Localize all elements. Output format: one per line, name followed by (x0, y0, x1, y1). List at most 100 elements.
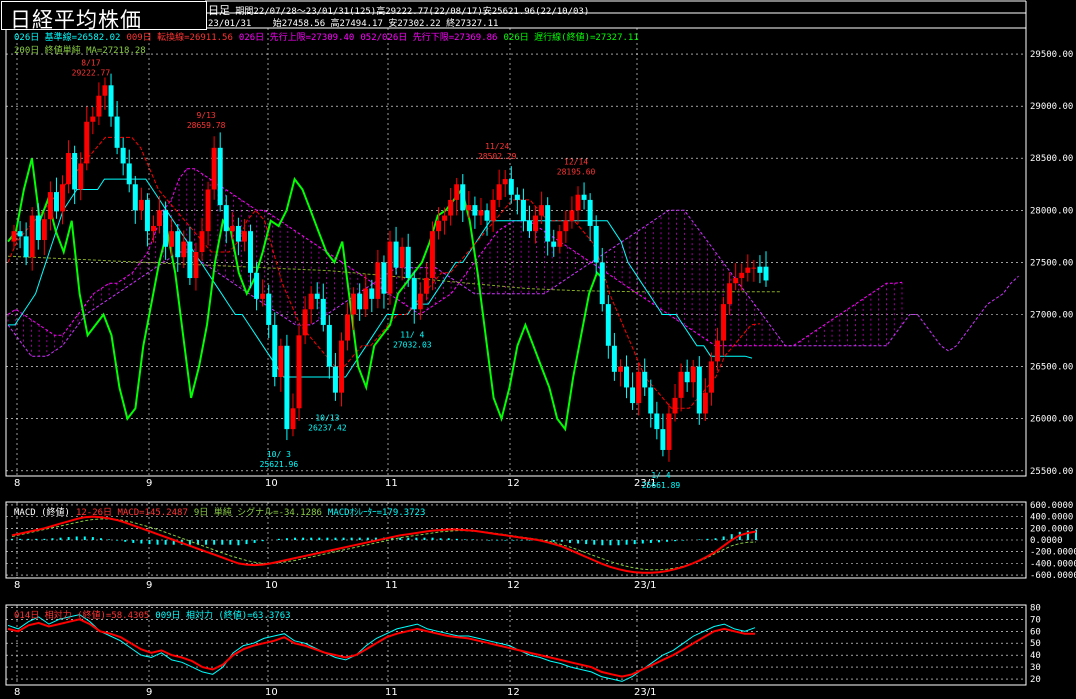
candle-body (436, 220, 442, 232)
candle-body (53, 192, 59, 212)
candle-body (381, 262, 387, 294)
rsi9-line (7, 614, 756, 682)
candle-body (423, 278, 429, 294)
y-tick-label: 28500.00 (1030, 154, 1073, 164)
candle-body (678, 371, 684, 398)
candle-body (357, 293, 363, 310)
candle-body (520, 199, 526, 221)
candle-body (35, 215, 41, 241)
annotation-date: 11/ 4 (400, 330, 424, 339)
candle-body (417, 293, 423, 310)
y-tick-label: -400.0000 (1030, 559, 1076, 569)
y-tick-label: 27000.00 (1030, 311, 1073, 321)
candle-body (84, 121, 90, 164)
candle-body (757, 266, 763, 273)
candle-body (702, 392, 708, 414)
macd-legend-item: MACDｵｼﾚｰﾀｰ=179.3723 (327, 508, 426, 518)
candle-body (345, 314, 351, 341)
candle-body (727, 283, 733, 305)
candle-body (569, 210, 575, 221)
y-tick-label: 60 (1030, 627, 1041, 637)
candle-body (320, 298, 326, 325)
candle-body (484, 210, 490, 221)
ohlc-info-row: 23/01/31 始27458.56 高27494.17 安27302.22 終… (208, 16, 498, 29)
candle-body (448, 199, 454, 216)
candle-body (690, 366, 696, 383)
candle-body (399, 246, 405, 268)
candle-body (132, 184, 138, 211)
candle-body (745, 267, 751, 273)
candle-body (17, 231, 23, 237)
candle-body (211, 147, 217, 190)
annotation-date: 8/17 (81, 59, 100, 68)
x-tick-label: 12 (507, 580, 520, 591)
candle-body (199, 231, 205, 252)
candle-body (248, 231, 254, 273)
ichimoku-legend-item: 026日 遅行線(終値)=27327.11 (503, 33, 639, 43)
candle-body (490, 199, 496, 221)
title-box: 日経平均株価 (1, 1, 207, 32)
candle-body (187, 241, 193, 279)
x-tick-label: 9 (146, 478, 152, 489)
y-tick-label: 50 (1030, 639, 1041, 649)
candle-body (278, 345, 284, 378)
macd-legend-item: 9日 単純 シグナル=-34.1286 (193, 508, 322, 518)
candle-body (684, 371, 690, 383)
candle-body (763, 266, 769, 281)
annotation-date: 9/13 (196, 111, 215, 120)
candle-body (193, 252, 199, 279)
macd-panel (11, 515, 757, 574)
annotation-date: 12/14 (564, 158, 588, 167)
candle-body (526, 220, 532, 232)
x-tick-label: 11 (385, 580, 398, 591)
candle-body (636, 371, 642, 404)
annotation-value: 28502.29 (478, 152, 517, 161)
y-tick-label: 26000.00 (1030, 415, 1073, 425)
y-tick-label: 25500.00 (1030, 467, 1073, 477)
candle-body (23, 236, 29, 258)
y-tick-label: 27500.00 (1030, 258, 1073, 268)
candle-body (120, 147, 126, 164)
rsi14-line (7, 618, 755, 678)
y-tick-label: 70 (1030, 615, 1041, 625)
x-tick-label: 10 (265, 478, 278, 489)
candle-body (272, 324, 278, 378)
candle-body (181, 241, 187, 258)
rsi-legend: 014日 相対力 (終値)=58.4305 009日 相対力 (終値)=63.37… (14, 608, 297, 621)
candle-body (733, 278, 739, 284)
y-tick-label: 28000.00 (1030, 206, 1073, 216)
candle-body (169, 231, 175, 247)
candle-body (472, 205, 478, 216)
candle-body (514, 194, 520, 200)
candle-body (587, 199, 593, 226)
candle-body (241, 231, 247, 242)
x-tick-label: 8 (14, 580, 20, 591)
candle-body (163, 210, 169, 247)
y-tick-label: 600.0000 (1030, 501, 1073, 511)
candle-body (654, 413, 660, 430)
candle-body (157, 210, 163, 226)
candle-body (96, 95, 102, 117)
candle-body (751, 267, 757, 269)
current-date: 23/01/31 (208, 19, 252, 29)
macd-line (11, 515, 757, 574)
candle-body (563, 220, 569, 232)
candle-body (581, 194, 587, 200)
candle-body (624, 366, 630, 388)
candle-body (296, 335, 302, 409)
candle-body (332, 366, 338, 393)
candle-body (126, 163, 132, 185)
annotation-value: 29222.77 (72, 69, 111, 78)
annotation-value: 27032.03 (393, 340, 432, 349)
annotation-value: 25661.89 (642, 481, 681, 490)
ichimoku-legend-item: 026日 先行上限=27309.40 (238, 33, 355, 43)
candle-body (266, 293, 272, 325)
ichimoku-legend-item: 026日 基準線=26582.02 (14, 33, 121, 43)
y-tick-label: 30 (1030, 663, 1041, 673)
x-tick-label: 23/1 (634, 687, 656, 698)
y-tick-label: 29500.00 (1030, 50, 1073, 60)
x-tick-label: 23/1 (634, 580, 656, 591)
annotation-value: 25621.96 (260, 460, 299, 469)
candle-body (11, 231, 17, 242)
x-tick-label: 10 (265, 687, 278, 698)
